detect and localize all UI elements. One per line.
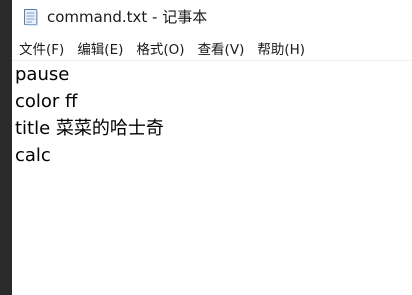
editor-content: pause color ff title 菜菜的哈士奇 calc [12, 61, 412, 169]
window-title: command.txt - 记事本 [47, 8, 208, 26]
background-edge [0, 0, 12, 295]
editor-line: title 菜菜的哈士奇 [15, 118, 164, 139]
menu-help[interactable]: 帮助(H) [253, 36, 309, 60]
notepad-icon [23, 8, 39, 26]
menu-view[interactable]: 查看(V) [194, 36, 249, 60]
menu-file[interactable]: 文件(F) [15, 36, 68, 60]
menu-edit[interactable]: 编辑(E) [73, 36, 127, 60]
editor-line: color ff [15, 91, 78, 112]
menu-format[interactable]: 格式(O) [132, 36, 188, 60]
text-editor[interactable]: pause color ff title 菜菜的哈士奇 calc [12, 61, 412, 295]
menu-bar: 文件(F) 编辑(E) 格式(O) 查看(V) 帮助(H) [12, 35, 412, 60]
editor-line: pause [15, 64, 70, 85]
notepad-window: command.txt - 记事本 文件(F) 编辑(E) 格式(O) 查看(V… [0, 0, 412, 295]
editor-line: calc [15, 145, 51, 166]
title-bar[interactable]: command.txt - 记事本 [12, 0, 412, 33]
